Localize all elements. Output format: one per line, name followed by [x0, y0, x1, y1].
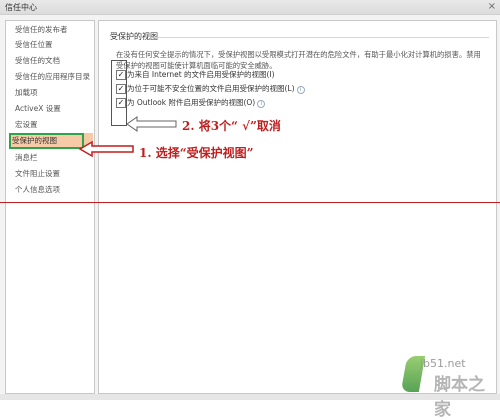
watermark-site: jb51.net	[420, 357, 466, 370]
arrow-to-checkboxes	[126, 116, 177, 132]
trust-center-window: 信任中心 × 受信任的发布者 受信任位置 受信任的文档 受信任的应用程序目录 加…	[0, 0, 500, 420]
arrow-to-protected-view	[78, 140, 134, 158]
window-bottom-border	[0, 394, 500, 400]
watermark-name: 脚本之家	[434, 375, 485, 420]
annotation-arrows	[78, 116, 177, 158]
red-guide-line	[0, 202, 500, 203]
annotation-step1: 1. 选择“受保护视图”	[139, 146, 254, 160]
annotation-step2: 2. 将3个“ √”取消	[182, 119, 281, 133]
